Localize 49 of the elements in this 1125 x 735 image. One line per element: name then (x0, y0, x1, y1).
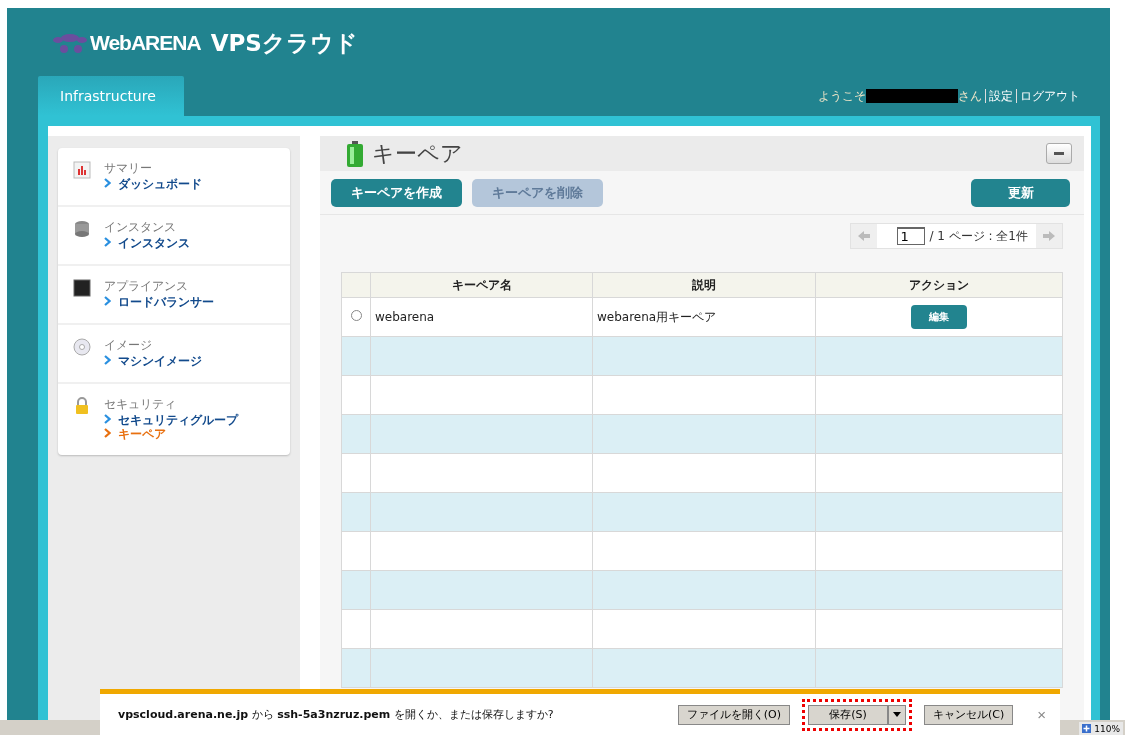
chip-icon (72, 278, 92, 298)
download-button[interactable]: ファイルを開く(O) (677, 704, 790, 725)
database-icon (72, 219, 92, 239)
sidebar-link[interactable]: マシンイメージ (104, 354, 202, 368)
close-button[interactable]: × (1033, 706, 1050, 723)
right-arrow-icon[interactable] (1043, 231, 1055, 241)
column-header: 説明 (592, 272, 816, 298)
edit-button[interactable]: 編集 (911, 305, 967, 329)
chevron-icon (104, 296, 111, 306)
greeting-suffix: さん (958, 87, 982, 105)
header-link[interactable]: ログアウト (1016, 89, 1080, 103)
disc-icon (72, 337, 92, 357)
section-title: インスタンス (104, 219, 177, 236)
header-link[interactable]: 設定 (985, 89, 1013, 103)
download-button[interactable]: キャンセル(C) (923, 704, 1014, 725)
sidebar-link[interactable]: インスタンス (104, 236, 190, 250)
chevron-icon (104, 237, 111, 247)
table-cell: webarena用キーペア (592, 297, 816, 337)
dropdown-caret-button[interactable] (887, 704, 906, 725)
logo-brand: WebARENA (90, 31, 201, 55)
zoom-indicator[interactable]: 110% (1079, 722, 1123, 735)
download-message: vpscloud.arena.ne.jp から ssh-5a3nzruz.pem を開くか、または保存しますか? (118, 707, 554, 722)
section-title: アプライアンス (104, 278, 189, 295)
download-button[interactable]: 保存(S) (807, 704, 888, 725)
section-title: サマリー (104, 160, 153, 177)
collapse-button[interactable] (1046, 143, 1072, 164)
page-summary: / 1 ページ : 全1件 (929, 227, 1028, 245)
sidebar-link[interactable]: セキュリティグループ (104, 413, 238, 427)
battery-icon (346, 140, 364, 167)
section-title: セキュリティ (104, 396, 177, 413)
page-input[interactable]: 1 (897, 227, 926, 245)
sidebar-link[interactable]: ロードバランサー (104, 295, 214, 309)
zoom-icon (1082, 724, 1092, 733)
logo-product: VPSクラウド (210, 28, 358, 58)
chevron-icon (104, 355, 111, 365)
column-header: キーペア名 (370, 272, 593, 298)
chevron-icon (104, 178, 111, 188)
chart-icon (72, 160, 92, 180)
toolbar-button[interactable]: キーペアを作成 (331, 178, 462, 207)
table-cell: webarena (370, 297, 593, 337)
sidebar-link[interactable]: ダッシュボード (104, 177, 202, 191)
left-arrow-icon[interactable] (858, 231, 871, 241)
radio-button[interactable] (350, 310, 362, 321)
column-header: アクション (815, 272, 1063, 298)
section-title: イメージ (104, 337, 153, 354)
logo-icon (52, 32, 88, 54)
panel-title: キーペア (372, 139, 463, 168)
greeting-text: ようこそ (818, 87, 866, 105)
refresh-button[interactable]: 更新 (971, 178, 1070, 207)
